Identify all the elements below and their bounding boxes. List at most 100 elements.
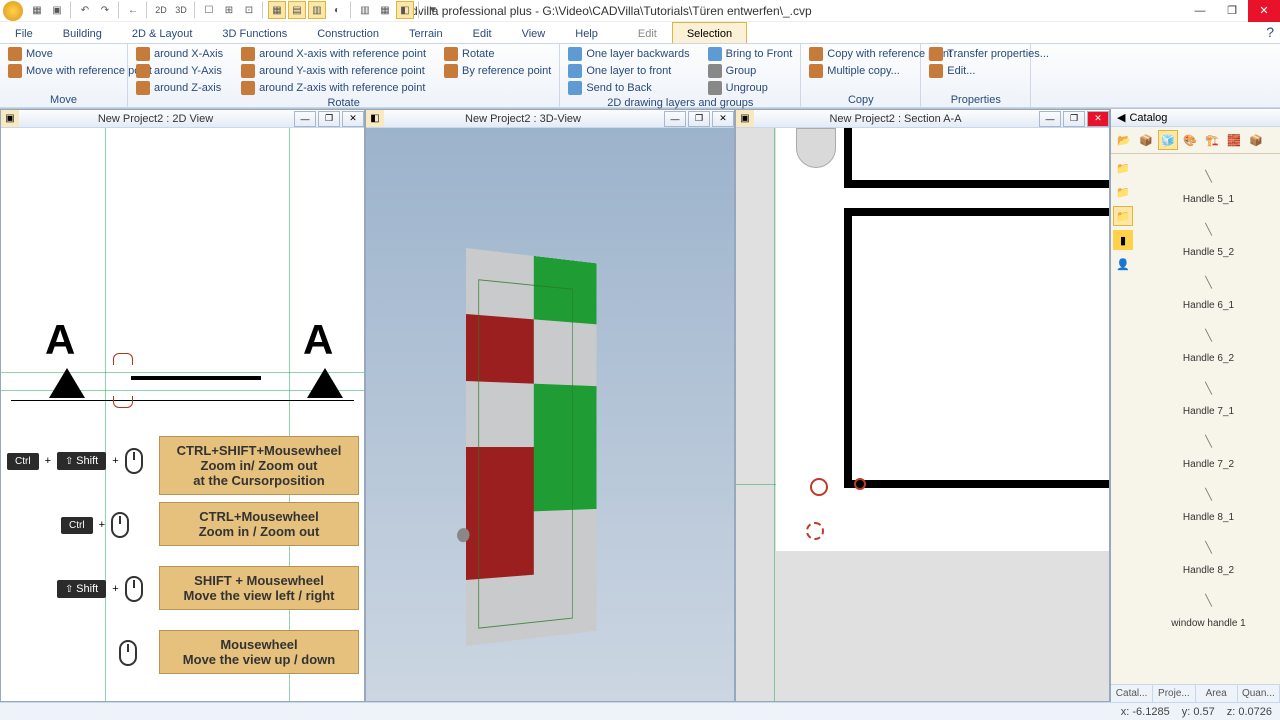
cat-side-btn[interactable]: 📁 [1113, 182, 1133, 202]
pane-body-section[interactable] [736, 128, 1109, 701]
qa-btn[interactable]: ◧ [396, 1, 414, 19]
qa-btn[interactable]: ← [124, 1, 142, 19]
foot-tab[interactable]: Quan... [1238, 685, 1280, 702]
pane-max[interactable]: ❐ [1063, 111, 1085, 127]
qa-btn[interactable]: ▦ [268, 1, 286, 19]
catalog-item[interactable]: ╲window handle 1 [1141, 582, 1276, 629]
rotate-free[interactable]: Rotate [442, 46, 553, 62]
cat-btn[interactable]: 🏗️ [1202, 130, 1222, 150]
catalog-item[interactable]: ╲Handle 6_1 [1141, 264, 1276, 311]
qa-btn[interactable]: ▦ [28, 1, 46, 19]
pane-min[interactable]: — [664, 111, 686, 127]
catalog-item[interactable]: ╲Handle 8_2 [1141, 529, 1276, 576]
catalog-item[interactable]: ╲Handle 5_2 [1141, 211, 1276, 258]
pane-close[interactable]: ✕ [1087, 111, 1109, 127]
qa-btn[interactable]: ▣ [48, 1, 66, 19]
tab-selection[interactable]: Selection [672, 22, 747, 43]
catalog-item[interactable]: ╲Handle 6_2 [1141, 317, 1276, 364]
transfer-props[interactable]: Transfer properties... [927, 46, 1051, 62]
tab-2d-layout[interactable]: 2D & Layout [117, 22, 208, 43]
pane-close[interactable]: ✕ [342, 111, 364, 127]
tab-edit-context[interactable]: Edit [623, 22, 672, 43]
rotate-ref[interactable]: By reference point [442, 63, 553, 79]
maximize-button[interactable]: ❐ [1216, 0, 1248, 22]
pane-title: New Project2 : 3D-View [384, 113, 662, 125]
qa-btn-2d[interactable]: 2D [152, 1, 170, 19]
rot-x[interactable]: around X-Axis [134, 46, 225, 62]
pane-close[interactable]: ✕ [712, 111, 734, 127]
tab-3d-functions[interactable]: 3D Functions [207, 22, 302, 43]
cat-btn[interactable]: 📦 [1136, 130, 1156, 150]
cat-side-btn[interactable]: 📁 [1113, 158, 1133, 178]
pane-header: ▣ New Project2 : Section A-A — ❐ ✕ [736, 110, 1109, 128]
rot-y-ref[interactable]: around Y-axis with reference point [239, 63, 428, 79]
ungroup[interactable]: Ungroup [706, 80, 795, 96]
rot-x-ref[interactable]: around X-axis with reference point [239, 46, 428, 62]
marker[interactable] [810, 478, 828, 496]
door-3d[interactable] [466, 248, 596, 648]
cat-side-btn[interactable]: ▮ [1113, 230, 1133, 250]
compass-icon[interactable] [796, 128, 836, 168]
tab-terrain[interactable]: Terrain [394, 22, 458, 43]
qa-btn[interactable]: ▥ [356, 1, 374, 19]
tab-file[interactable]: File [0, 22, 48, 43]
group[interactable]: Group [706, 63, 795, 79]
qa-btn[interactable]: ☐ [200, 1, 218, 19]
qa-btn[interactable]: ↷ [96, 1, 114, 19]
qa-btn[interactable]: ▤ [288, 1, 306, 19]
foot-tab[interactable]: Proje... [1153, 685, 1195, 702]
catalog-item[interactable]: ╲Handle 7_2 [1141, 423, 1276, 470]
pane-title: New Project2 : 2D View [19, 113, 292, 125]
qa-btn[interactable]: ▥ [308, 1, 326, 19]
qa-btn-3d[interactable]: 3D [172, 1, 190, 19]
pane-max[interactable]: ❐ [318, 111, 340, 127]
catalog-list[interactable]: ╲Handle 5_1 ╲Handle 5_2 ╲Handle 6_1 ╲Handle… [1137, 154, 1280, 684]
minimize-button[interactable]: — [1184, 0, 1216, 22]
qa-btn[interactable]: ⊡ [240, 1, 258, 19]
tab-view[interactable]: View [507, 22, 561, 43]
qa-btn[interactable]: ▦ [376, 1, 394, 19]
qa-btn[interactable]: ↶ [76, 1, 94, 19]
send-back[interactable]: Send to Back [566, 80, 691, 96]
catalog-item[interactable]: ╲Handle 7_1 [1141, 370, 1276, 417]
layer-front[interactable]: One layer to front [566, 63, 691, 79]
layer-back[interactable]: One layer backwards [566, 46, 691, 62]
foot-tab[interactable]: Area [1196, 685, 1238, 702]
rot-y[interactable]: around Y-Axis [134, 63, 225, 79]
cat-side-btn[interactable]: 📁 [1113, 206, 1133, 226]
pane-body-2d[interactable]: A A Ctrl+ ⇧ Shift+ CTRL+SHIFT+Mousewheel… [1, 128, 364, 701]
pane-min[interactable]: — [1039, 111, 1061, 127]
door-plan [131, 376, 261, 380]
cat-btn[interactable]: 🧱 [1224, 130, 1244, 150]
chevron-left-icon[interactable]: ◀ [1117, 111, 1125, 124]
bring-front[interactable]: Bring to Front [706, 46, 795, 62]
cat-side-btn[interactable]: 👤 [1113, 254, 1133, 274]
pane-menu-icon[interactable]: ▣ [1, 110, 19, 128]
tab-construction[interactable]: Construction [302, 22, 394, 43]
catalog-item[interactable]: ╲Handle 8_1 [1141, 476, 1276, 523]
foot-tab[interactable]: Catal... [1111, 685, 1153, 702]
cat-btn[interactable]: 📂 [1114, 130, 1134, 150]
pane-menu-icon[interactable]: ◧ [366, 110, 384, 128]
qa-btn[interactable]: ▼ [424, 1, 442, 19]
tab-building[interactable]: Building [48, 22, 117, 43]
qa-btn[interactable]: ⊞ [220, 1, 238, 19]
tab-edit[interactable]: Edit [458, 22, 507, 43]
marker[interactable] [806, 522, 824, 540]
edit-props[interactable]: Edit... [927, 63, 1051, 79]
cat-btn[interactable]: 🧊 [1158, 130, 1178, 150]
pane-min[interactable]: — [294, 111, 316, 127]
rot-z[interactable]: around Z-axis [134, 80, 225, 96]
close-button[interactable]: ✕ [1248, 0, 1280, 22]
cat-btn[interactable]: 🎨 [1180, 130, 1200, 150]
catalog-item[interactable]: ╲Handle 5_1 [1141, 158, 1276, 205]
rot-z-ref[interactable]: around Z-axis with reference point [239, 80, 428, 96]
pane-menu-icon[interactable]: ▣ [736, 110, 754, 128]
pane-body-3d[interactable] [366, 128, 734, 701]
marker[interactable] [854, 478, 866, 490]
help-icon[interactable]: ? [1266, 24, 1274, 40]
tab-help[interactable]: Help [560, 22, 613, 43]
pane-max[interactable]: ❐ [688, 111, 710, 127]
qa-btn[interactable]: ◐ [328, 1, 346, 19]
cat-btn[interactable]: 📦 [1246, 130, 1266, 150]
